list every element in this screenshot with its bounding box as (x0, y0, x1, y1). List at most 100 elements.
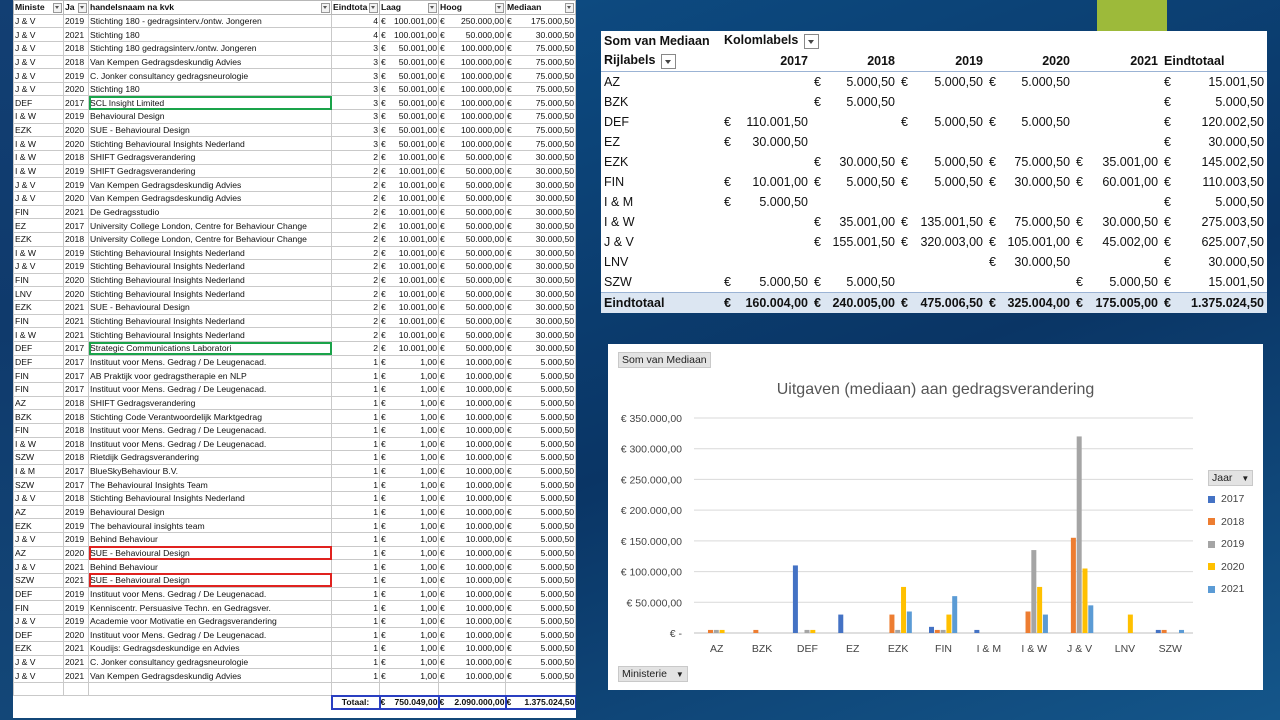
cell-eindtotaal[interactable]: 3 (331, 68, 380, 83)
pivot-cell[interactable]: €5.000,50 (811, 272, 898, 293)
pivot-cell[interactable]: €75.000,50 (986, 152, 1073, 172)
pivot-cell[interactable]: €30.000,50 (1161, 132, 1267, 152)
cell-amount[interactable]: €100.000,00 (438, 122, 506, 138)
cell-handelsnaam[interactable]: The Behavioural Insights Team (88, 477, 332, 493)
cell-jaar[interactable]: 2021 (63, 641, 89, 656)
table-row[interactable]: J & V 2019 Stichting 180 - gedragsinterv./… (13, 13, 576, 29)
cell-amount[interactable]: €1,00 (379, 436, 439, 452)
cell-jaar[interactable]: 2020 (63, 627, 89, 643)
cell-ministerie[interactable]: FIN (13, 600, 64, 615)
cell-amount[interactable]: €1,00 (379, 504, 439, 520)
cell-jaar[interactable]: 2017 (63, 341, 89, 356)
pivot-cell[interactable]: €5.000,50 (1073, 272, 1161, 293)
cell-amount[interactable]: €10.001,00 (379, 341, 439, 356)
pivot-cell[interactable]: €75.000,50 (986, 212, 1073, 232)
cell-handelsnaam[interactable]: Behind Behaviour (88, 531, 332, 547)
cell-amount[interactable]: €100.000,00 (438, 40, 506, 56)
pivot-cell[interactable]: €110.001,50 (721, 112, 811, 132)
cell-amount[interactable]: €30.000,50 (505, 272, 576, 288)
cell-amount[interactable]: €5.000,50 (505, 600, 576, 615)
cell-handelsnaam[interactable]: C. Jonker consultancy gedragsneurologie (88, 68, 332, 83)
table-row[interactable]: DEF 2017 Instituut voor Mens. Gedrag / De … (13, 354, 576, 370)
pivot-cell[interactable]: €5.000,50 (898, 172, 986, 192)
cell-jaar[interactable]: 2019 (63, 600, 89, 615)
pivot-cell[interactable]: €5.000,50 (898, 152, 986, 172)
cell-eindtotaal[interactable]: 2 (331, 272, 380, 288)
cell-amount[interactable]: €1,00 (379, 395, 439, 411)
cell-eindtotaal[interactable]: 1 (331, 491, 380, 506)
cell-jaar[interactable]: 2017 (63, 381, 89, 397)
cell-jaar[interactable]: 2019 (63, 163, 89, 179)
cell-eindtotaal[interactable]: 1 (331, 463, 380, 479)
cell-eindtotaal[interactable]: 3 (331, 122, 380, 138)
cell-ministerie[interactable]: J & V (13, 68, 64, 83)
pivot-cell[interactable] (898, 192, 986, 212)
cell-amount[interactable]: €1,00 (379, 491, 439, 506)
cell-eindtotaal[interactable]: 2 (331, 259, 380, 274)
pivot-row[interactable]: EZ €30.000,50 €30.000,50 (601, 132, 1267, 152)
cell-handelsnaam[interactable]: Instituut voor Mens. Gedrag / De Leugena… (88, 381, 332, 397)
cell-handelsnaam[interactable]: Van Kempen Gedragsdeskundig Advies (88, 54, 332, 70)
table-row[interactable]: AZ 2018 SHIFT Gedragsverandering 1 €1,00 €10.… (13, 395, 576, 411)
pivot-cell[interactable]: €5.000,50 (986, 72, 1073, 93)
table-row[interactable]: I & W 2019 SHIFT Gedragsverandering 2 €10.00… (13, 163, 576, 179)
cell-ministerie[interactable]: I & W (13, 327, 64, 343)
pivot-cell[interactable]: €35.001,00 (1073, 152, 1161, 172)
pivot-chart[interactable]: Som van Mediaan Uitgaven (mediaan) aan g… (608, 344, 1263, 690)
cell-handelsnaam[interactable]: Instituut voor Mens. Gedrag / De Leugena… (88, 422, 332, 438)
cell-jaar[interactable]: 2021 (63, 654, 89, 670)
cell-handelsnaam[interactable]: Stichting Behavioural Insights Nederland (88, 491, 332, 506)
cell-amount[interactable]: €50.000,00 (438, 218, 506, 233)
table-row[interactable]: J & V 2021 Behind Behaviour 1 €1,00 €10.000,0… (13, 559, 576, 574)
pivot-cell[interactable] (721, 152, 811, 172)
cell-amount[interactable]: €100.000,00 (438, 136, 506, 152)
table-row[interactable]: FIN 2017 AB Praktijk voor gedragstherapie … (13, 368, 576, 383)
cell-ministerie[interactable]: J & V (13, 81, 64, 97)
cell-eindtotaal[interactable]: 4 (331, 27, 380, 42)
cell-amount[interactable]: €5.000,50 (505, 368, 576, 383)
pivot-cell[interactable]: €30.000,50 (1161, 252, 1267, 272)
pivot-cell[interactable] (811, 112, 898, 132)
cell-jaar[interactable]: 2018 (63, 40, 89, 56)
cell-amount[interactable]: €5.000,50 (505, 627, 576, 643)
table-row[interactable]: I & W 2021 Stichting Behavioural Insights … (13, 327, 576, 343)
cell-jaar[interactable]: 2017 (63, 477, 89, 493)
cell-amount[interactable]: €50.000,00 (438, 272, 506, 288)
table-row[interactable]: EZK 2018 University College London, Centre… (13, 231, 576, 247)
cell-amount[interactable]: €75.000,50 (505, 122, 576, 138)
cell-jaar[interactable]: 2020 (63, 136, 89, 152)
table-row[interactable]: SZW 2018 Rietdijk Gedragsverandering 1 €1,00… (13, 450, 576, 465)
cell-handelsnaam[interactable]: Academie voor Motivatie en Gedragsverand… (88, 613, 332, 629)
cell-amount[interactable]: €100.000,00 (438, 81, 506, 97)
pivot-row-label[interactable]: FIN (601, 172, 721, 192)
cell-amount[interactable]: €75.000,50 (505, 40, 576, 56)
cell-amount[interactable]: €30.000,50 (505, 300, 576, 315)
cell-amount[interactable]: €1,00 (379, 572, 439, 588)
pivot-cell[interactable]: €30.000,50 (811, 152, 898, 172)
filter-dropdown-icon[interactable] (428, 3, 437, 14)
cell-handelsnaam[interactable]: Stichting 180 (88, 81, 332, 97)
legend-item[interactable]: 2020 (1208, 556, 1244, 579)
cell-ministerie[interactable]: SZW (13, 450, 64, 465)
cell-handelsnaam[interactable]: SUE - Behavioural Design (88, 122, 332, 138)
cell-jaar[interactable]: 2020 (63, 545, 89, 561)
cell-amount[interactable]: €10.000,00 (438, 586, 506, 602)
legend-field-button[interactable]: Jaar ▼ (1208, 470, 1254, 486)
table-row[interactable]: FIN 2021 Stichting Behavioural Insights Ne… (13, 313, 576, 329)
cell-ministerie[interactable]: EZK (13, 231, 64, 247)
cell-amount[interactable]: €1,00 (379, 450, 439, 465)
cell-amount[interactable]: €5.000,50 (505, 450, 576, 465)
cell-eindtotaal[interactable]: 3 (331, 40, 380, 56)
cell-amount[interactable]: €10.000,00 (438, 450, 506, 465)
cell-amount[interactable]: €50.000,00 (438, 27, 506, 42)
table-row[interactable]: EZK 2019 The behavioural insights team 1 €1,… (13, 518, 576, 533)
cell-amount[interactable]: €30.000,50 (505, 204, 576, 220)
cell-amount[interactable]: €10.000,00 (438, 477, 506, 493)
cell-ministerie[interactable]: DEF (13, 627, 64, 643)
table-row[interactable]: J & V 2018 Van Kempen Gedragsdeskundig Adv… (13, 54, 576, 70)
filter-dropdown-icon[interactable] (78, 3, 87, 14)
cell-handelsnaam[interactable]: Stichting Behavioural Insights Nederland (88, 136, 332, 152)
pivot-cell[interactable]: €10.001,00 (721, 172, 811, 192)
cell-ministerie[interactable]: EZK (13, 518, 64, 533)
cell-amount[interactable]: €50.000,00 (438, 341, 506, 356)
